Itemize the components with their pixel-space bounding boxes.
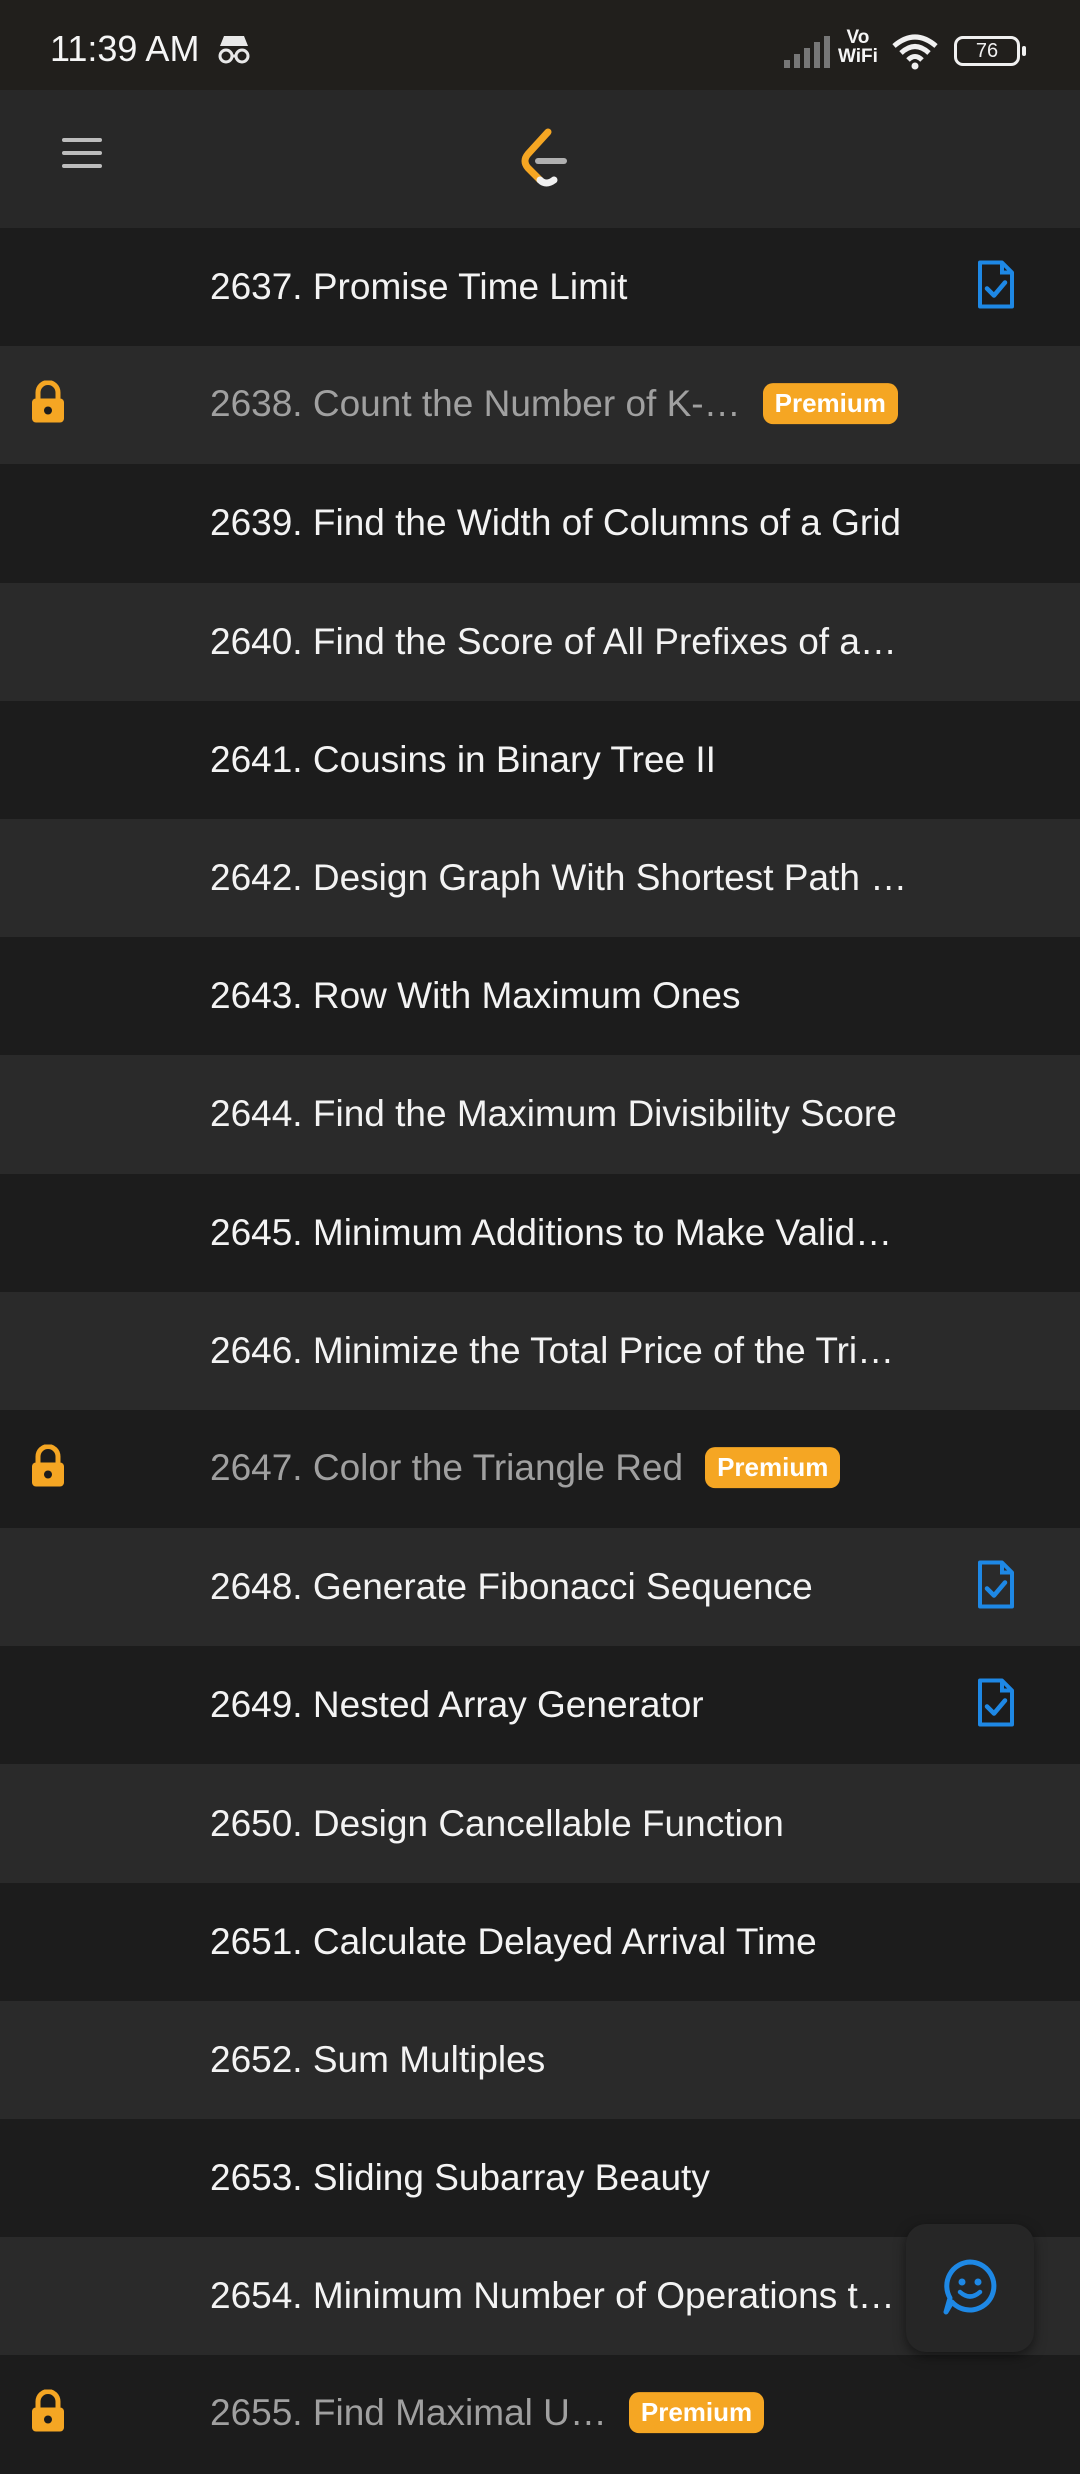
solved-check-icon: [974, 1677, 1018, 1734]
problem-title-text: 2651. Calculate Delayed Arrival Time: [210, 1920, 817, 1962]
problem-row[interactable]: 2639. Find the Width of Columns of a Gri…: [0, 464, 1080, 583]
problem-title-text: 2641. Cousins in Binary Tree II: [210, 738, 716, 780]
problem-title-text: 2637. Promise Time Limit: [210, 266, 628, 308]
problem-title-text: 2655. Find Maximal U…: [210, 2392, 607, 2434]
lock-icon: [28, 2389, 68, 2439]
problem-title: 2642. Design Graph With Shortest Path …: [210, 857, 907, 899]
problem-title-text: 2654. Minimum Number of Operations t…: [210, 2275, 895, 2317]
premium-badge: Premium: [762, 383, 898, 425]
incognito-icon: [216, 32, 252, 69]
problem-title-text: 2640. Find the Score of All Prefixes of …: [210, 620, 897, 662]
problem-title-text: 2642. Design Graph With Shortest Path …: [210, 857, 908, 899]
problem-title-text: 2648. Generate Fibonacci Sequence: [210, 1566, 813, 1608]
lock-icon: [28, 380, 68, 430]
problem-title-text: 2638. Count the Number of K-…: [210, 383, 741, 425]
problem-title: 2647. Color the Triangle Red Premium: [210, 1446, 841, 1491]
problem-title: 2638. Count the Number of K-… Premium: [210, 383, 898, 427]
problem-title-text: 2652. Sum Multiples: [210, 2038, 546, 2080]
problem-row[interactable]: 2642. Design Graph With Shortest Path …: [0, 818, 1080, 938]
problem-title-text: 2639. Find the Width of Columns of a Gri…: [210, 502, 902, 544]
leetcode-logo-icon[interactable]: [518, 128, 568, 195]
problem-title-text: 2643. Row With Maximum Ones: [210, 975, 741, 1017]
hamburger-menu-icon[interactable]: [62, 138, 102, 178]
premium-badge: Premium: [628, 2392, 765, 2434]
wifi-icon: [890, 34, 940, 75]
problem-title: 2641. Cousins in Binary Tree II: [210, 739, 716, 781]
problem-title: 2654. Minimum Number of Operations t…: [210, 2275, 895, 2317]
problem-row[interactable]: 2651. Calculate Delayed Arrival Time: [0, 1882, 1080, 2001]
solved-check-icon: [974, 1559, 1018, 1616]
premium-badge: Premium: [705, 1446, 841, 1488]
problem-title-text: 2646. Minimize the Total Price of the Tr…: [210, 1329, 895, 1371]
problem-title: 2652. Sum Multiples: [210, 2039, 545, 2081]
problem-title-text: 2653. Sliding Subarray Beauty: [210, 2157, 710, 2199]
status-bar: 11:39 AM Vo WiFi 76: [0, 0, 1080, 90]
problem-title: 2639. Find the Width of Columns of a Gri…: [210, 502, 901, 544]
problem-title: 2649. Nested Array Generator: [210, 1684, 704, 1726]
problem-row[interactable]: 2643. Row With Maximum Ones: [0, 937, 1080, 1056]
problem-row[interactable]: 2652. Sum Multiples: [0, 2000, 1080, 2119]
problem-row[interactable]: 2644. Find the Maximum Divisibility Scor…: [0, 1055, 1080, 1174]
problem-title: 2655. Find Maximal U… Premium: [210, 2392, 765, 2437]
problem-title: 2637. Promise Time Limit: [210, 266, 627, 308]
problem-row[interactable]: 2646. Minimize the Total Price of the Tr…: [0, 1291, 1080, 1410]
chat-smiley-icon: [940, 2256, 1000, 2321]
problem-title: 2644. Find the Maximum Divisibility Scor…: [210, 1093, 897, 1135]
status-time: 11:39 AM: [50, 28, 200, 69]
problem-title: 2640. Find the Score of All Prefixes of …: [210, 621, 897, 663]
problem-row[interactable]: 2640. Find the Score of All Prefixes of …: [0, 582, 1080, 701]
battery-indicator: 76: [954, 36, 1026, 66]
problem-row[interactable]: 2641. Cousins in Binary Tree II: [0, 700, 1080, 819]
problem-title-text: 2647. Color the Triangle Red: [210, 1447, 684, 1489]
problem-row[interactable]: 2647. Color the Triangle Red Premium: [0, 1409, 1080, 1529]
problem-row[interactable]: 2638. Count the Number of K-… Premium: [0, 346, 1080, 465]
vowifi-top-label: Vo: [846, 27, 870, 48]
problem-title: 2645. Minimum Additions to Make Valid…: [210, 1212, 892, 1254]
problem-title: 2653. Sliding Subarray Beauty: [210, 2157, 710, 2199]
vowifi-bottom-label: WiFi: [838, 46, 878, 67]
problem-title-text: 2645. Minimum Additions to Make Valid…: [210, 1211, 893, 1253]
problem-title: 2650. Design Cancellable Function: [210, 1803, 784, 1845]
problem-row[interactable]: 2649. Nested Array Generator: [0, 1646, 1080, 1765]
problem-row[interactable]: 2648. Generate Fibonacci Sequence: [0, 1528, 1080, 1647]
problem-row[interactable]: 2650. Design Cancellable Function: [0, 1764, 1080, 1883]
problem-list: 2637. Promise Time Limit 2638. Count the …: [0, 228, 1080, 2474]
problem-title: 2651. Calculate Delayed Arrival Time: [210, 1921, 817, 1963]
cellular-signal-icon: [782, 34, 834, 73]
vowifi-indicator: Vo WiFi: [838, 28, 878, 66]
problem-row[interactable]: 2637. Promise Time Limit: [0, 228, 1080, 347]
problem-row[interactable]: 2653. Sliding Subarray Beauty: [0, 2119, 1080, 2238]
problem-title-text: 2650. Design Cancellable Function: [210, 1802, 784, 1844]
problem-title-text: 2649. Nested Array Generator: [210, 1684, 704, 1726]
chat-button[interactable]: [906, 2224, 1034, 2352]
problem-title: 2646. Minimize the Total Price of the Tr…: [210, 1330, 894, 1372]
problem-row[interactable]: 2645. Minimum Additions to Make Valid…: [0, 1173, 1080, 1292]
problem-title-text: 2644. Find the Maximum Divisibility Scor…: [210, 1093, 897, 1135]
app-header: [0, 90, 1080, 228]
lock-icon: [28, 1443, 68, 1493]
problem-title: 2643. Row With Maximum Ones: [210, 975, 741, 1017]
problem-row[interactable]: 2655. Find Maximal U… Premium: [0, 2355, 1080, 2474]
problem-title: 2648. Generate Fibonacci Sequence: [210, 1566, 813, 1608]
solved-check-icon: [974, 259, 1018, 316]
